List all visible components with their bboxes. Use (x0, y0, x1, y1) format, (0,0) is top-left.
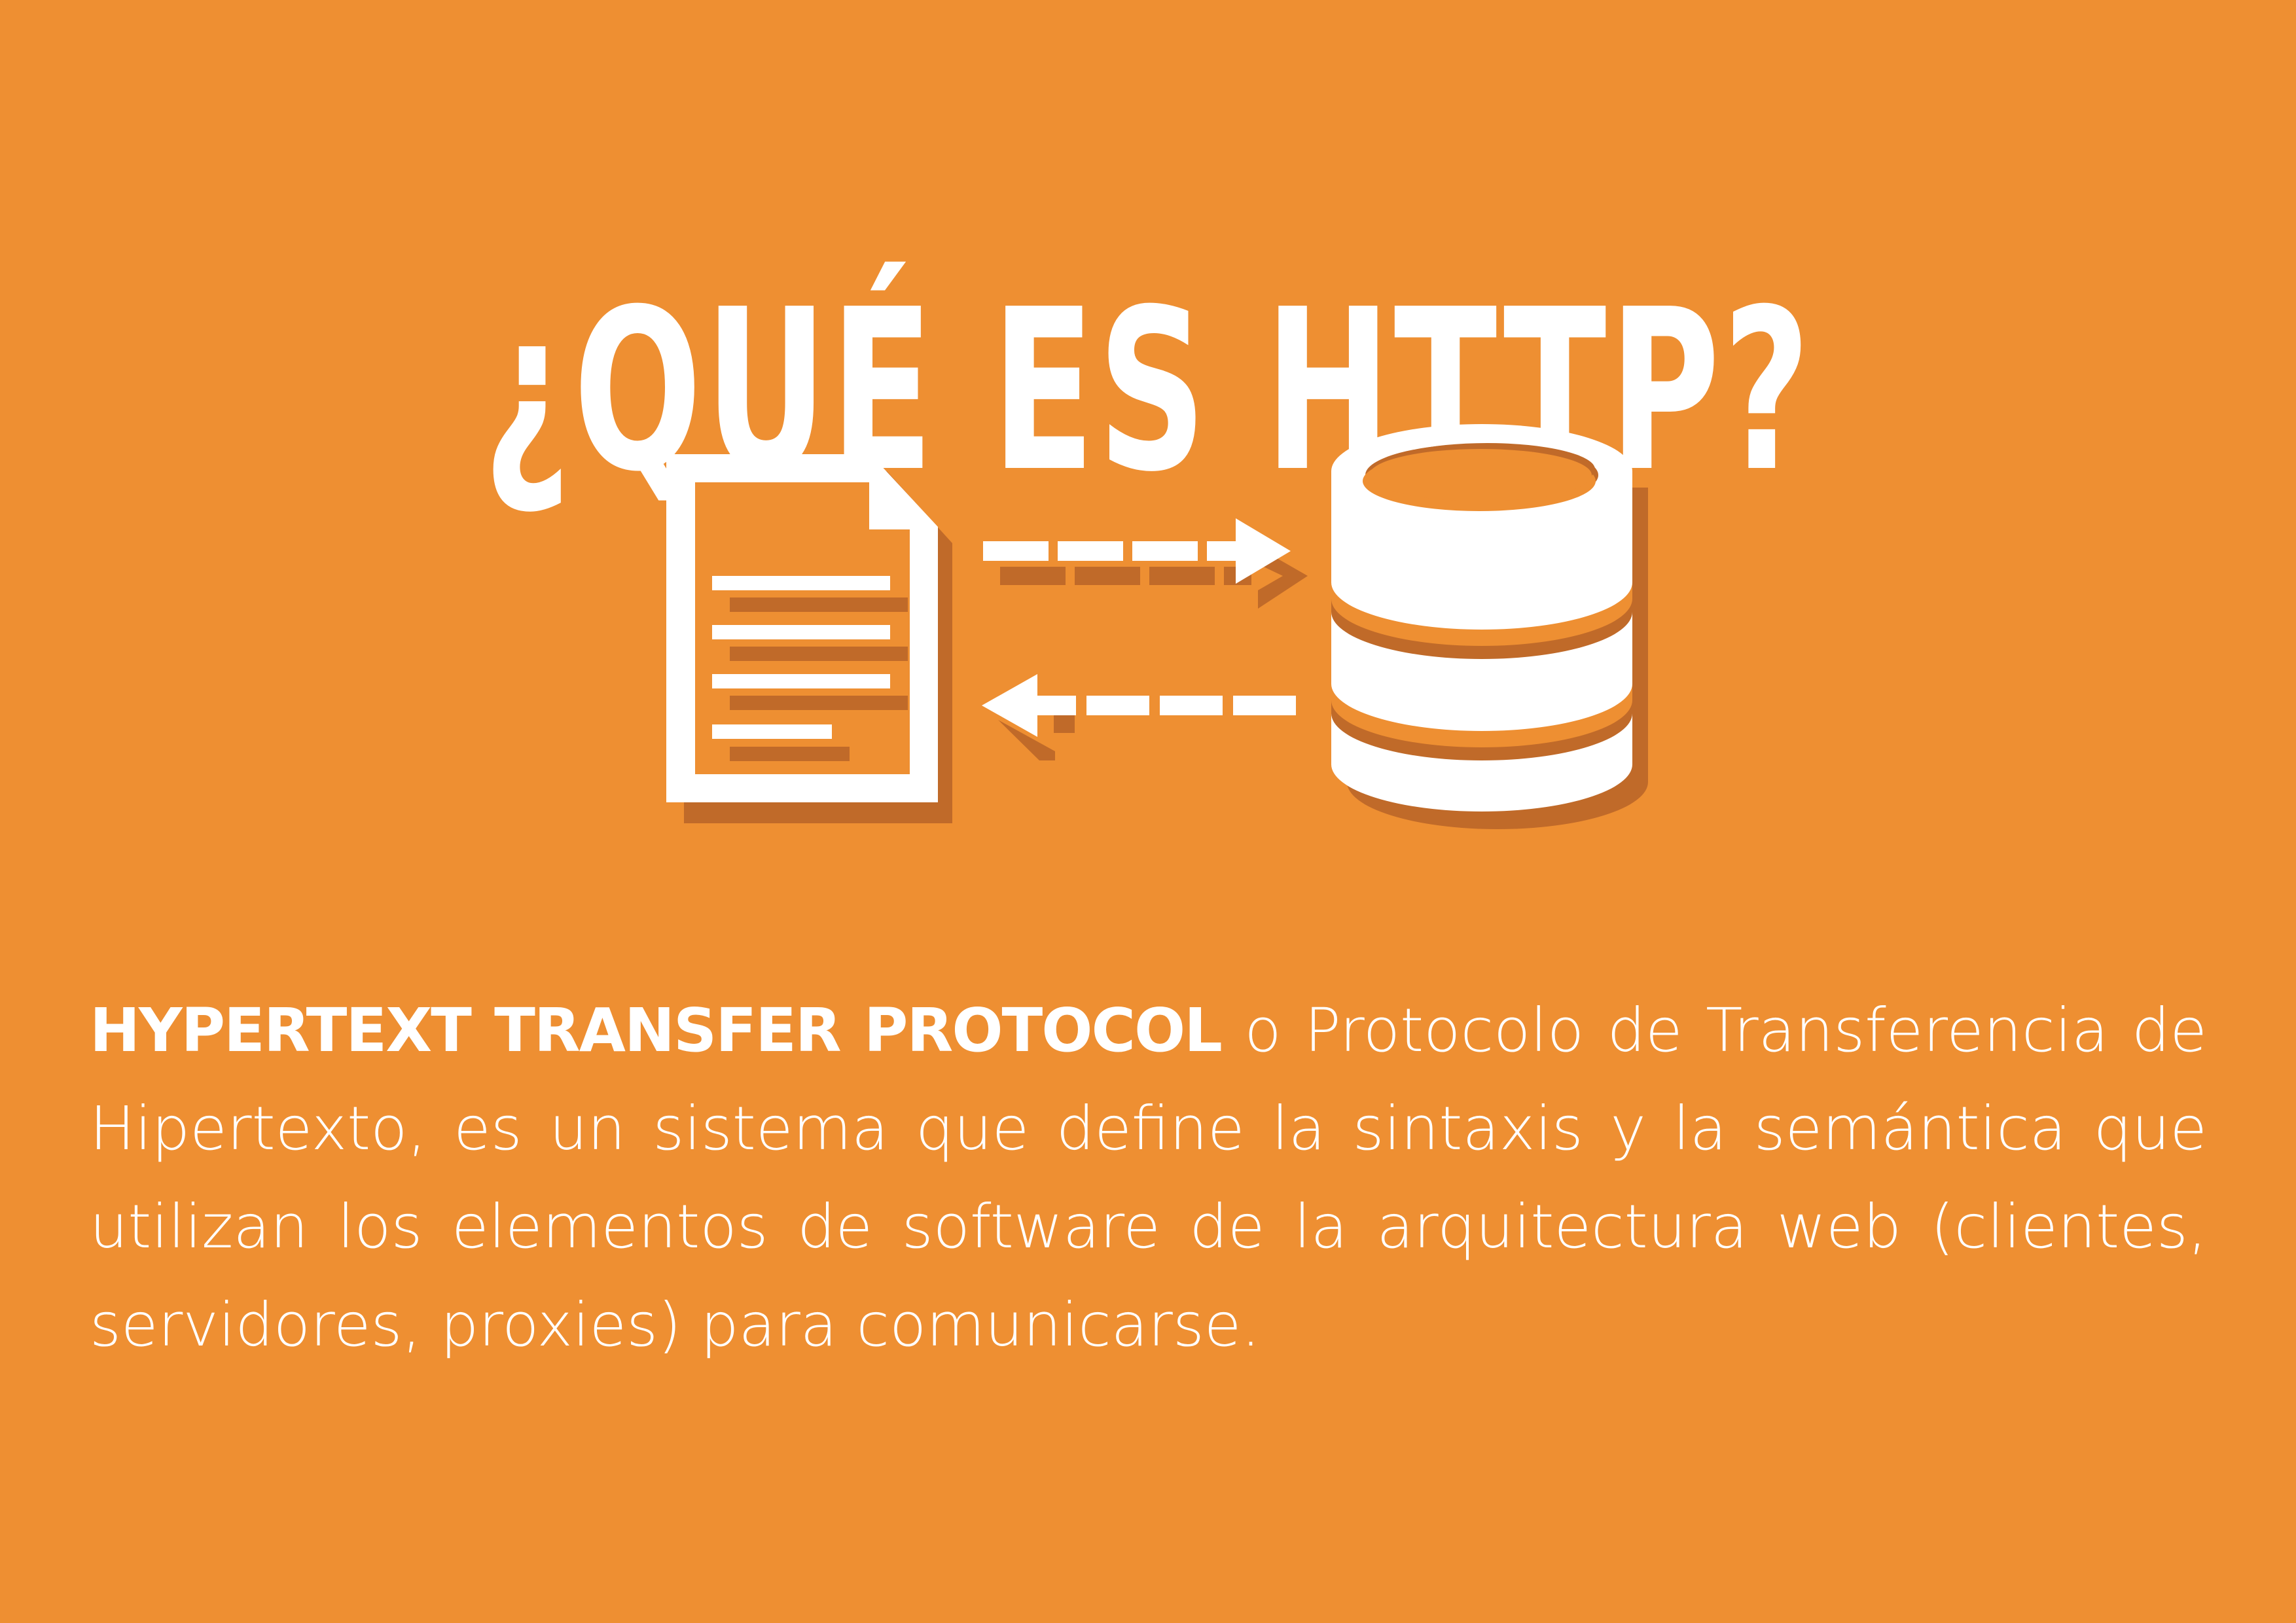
document-icon (666, 454, 952, 823)
arrow-right-icon (983, 518, 1308, 609)
page: ¿QUÉ ES HTTP? HYPERTEXT TRANSFER PROTOCO… (0, 0, 2296, 1623)
description-lead: HYPERTEXT TRANSFER PROTOCOL (90, 995, 1223, 1065)
description-paragraph: HYPERTEXT TRANSFER PROTOCOL o Protocolo … (90, 982, 2207, 1374)
arrow-left-icon (982, 674, 1296, 760)
database-icon (1331, 424, 1648, 829)
http-diagram (666, 424, 1648, 829)
